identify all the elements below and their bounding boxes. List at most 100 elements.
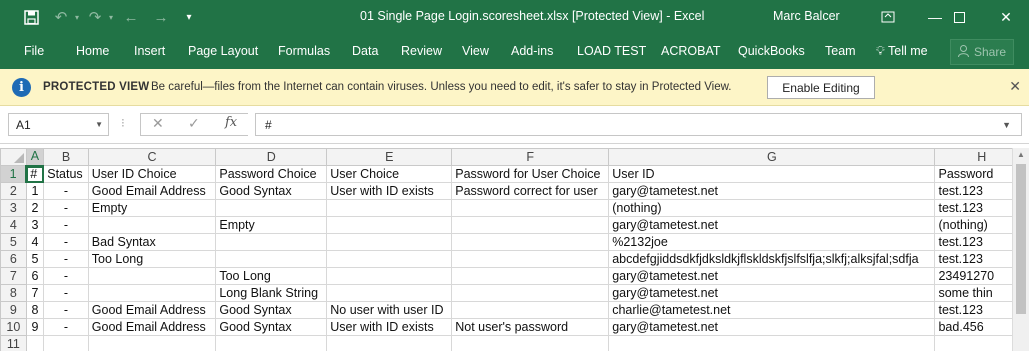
column-header-a[interactable]: A bbox=[25, 148, 45, 167]
select-all-corner[interactable] bbox=[0, 148, 27, 166]
cell-e10[interactable]: User with ID exists bbox=[326, 318, 453, 336]
column-header-d[interactable]: D bbox=[215, 148, 328, 166]
cell-d6[interactable] bbox=[215, 250, 328, 268]
redo-dropdown-icon[interactable]: ▾ bbox=[102, 8, 120, 26]
cell-e11[interactable] bbox=[326, 335, 453, 351]
cell-b10[interactable]: - bbox=[43, 318, 89, 336]
row-header[interactable]: 11 bbox=[0, 335, 27, 351]
user-name[interactable]: Marc Balcer bbox=[773, 9, 840, 23]
cell-g5[interactable]: %2132joe bbox=[608, 233, 936, 251]
cell-e7[interactable] bbox=[326, 267, 453, 285]
cell-f11[interactable] bbox=[451, 335, 610, 351]
cell-b11[interactable] bbox=[43, 335, 89, 351]
cell-b6[interactable]: - bbox=[43, 250, 89, 268]
name-box[interactable]: A1 ▼ bbox=[8, 113, 109, 136]
row-header[interactable]: 3 bbox=[0, 199, 27, 217]
cell-b4[interactable]: - bbox=[43, 216, 89, 234]
column-header-f[interactable]: F bbox=[451, 148, 610, 166]
cell-d10[interactable]: Good Syntax bbox=[215, 318, 328, 336]
cell-e6[interactable] bbox=[326, 250, 453, 268]
cell-c4[interactable] bbox=[87, 216, 217, 234]
cell-a3[interactable]: 2 bbox=[25, 199, 45, 217]
cell-c9[interactable]: Good Email Address bbox=[87, 301, 217, 319]
column-header-b[interactable]: B bbox=[43, 148, 89, 166]
cell-g1[interactable]: User ID bbox=[608, 165, 936, 183]
cell-g3[interactable]: (nothing) bbox=[608, 199, 936, 217]
row-header[interactable]: 1 bbox=[0, 165, 28, 183]
vertical-scrollbar[interactable]: ▲ bbox=[1012, 148, 1029, 351]
tab-file[interactable]: File bbox=[24, 44, 44, 58]
back-icon[interactable]: ← bbox=[122, 8, 140, 26]
cancel-icon[interactable]: ✕ bbox=[152, 115, 164, 132]
cell-a1[interactable]: # bbox=[25, 165, 45, 183]
cell-f10[interactable]: Not user's password bbox=[451, 318, 610, 336]
tell-me[interactable]: 💡︎ Tell me bbox=[876, 44, 928, 59]
cell-a8[interactable]: 7 bbox=[25, 284, 45, 302]
cell-d9[interactable]: Good Syntax bbox=[215, 301, 328, 319]
tab-add-ins[interactable]: Add-ins bbox=[511, 44, 553, 58]
cell-f3[interactable] bbox=[451, 199, 610, 217]
cell-g2[interactable]: gary@tametest.net bbox=[608, 182, 936, 200]
cell-g9[interactable]: charlie@tametest.net bbox=[608, 301, 936, 319]
cell-c8[interactable] bbox=[87, 284, 217, 302]
cell-a11[interactable] bbox=[25, 335, 45, 351]
row-header[interactable]: 9 bbox=[0, 301, 27, 319]
tab-quickbooks[interactable]: QuickBooks bbox=[738, 44, 805, 58]
row-header[interactable]: 10 bbox=[0, 318, 27, 336]
enable-editing-button[interactable]: Enable Editing bbox=[767, 76, 875, 99]
cell-b3[interactable]: - bbox=[43, 199, 89, 217]
cell-a2[interactable]: 1 bbox=[25, 182, 45, 200]
cell-a7[interactable]: 6 bbox=[25, 267, 45, 285]
cell-d3[interactable] bbox=[215, 199, 328, 217]
column-header-e[interactable]: E bbox=[326, 148, 453, 166]
cell-c10[interactable]: Good Email Address bbox=[87, 318, 217, 336]
cell-b9[interactable]: - bbox=[43, 301, 89, 319]
tab-insert[interactable]: Insert bbox=[134, 44, 165, 58]
cell-c11[interactable] bbox=[87, 335, 217, 351]
cell-e8[interactable] bbox=[326, 284, 453, 302]
row-header[interactable]: 2 bbox=[0, 182, 27, 200]
tab-view[interactable]: View bbox=[462, 44, 489, 58]
tab-team[interactable]: Team bbox=[825, 44, 856, 58]
cell-c2[interactable]: Good Email Address bbox=[87, 182, 217, 200]
cell-f2[interactable]: Password correct for user bbox=[451, 182, 610, 200]
cell-d7[interactable]: Too Long bbox=[215, 267, 328, 285]
expand-formula-bar-icon[interactable]: ▼ bbox=[1002, 120, 1011, 130]
cell-f8[interactable] bbox=[451, 284, 610, 302]
scroll-up-icon[interactable]: ▲ bbox=[1017, 150, 1025, 159]
maximize-icon[interactable] bbox=[936, 0, 982, 34]
cell-g6[interactable]: abcdefgjiddsdkfjdksldkjflskldskfjslfslfj… bbox=[608, 250, 936, 268]
formula-input[interactable]: # ▼ bbox=[255, 113, 1022, 136]
cell-g7[interactable]: gary@tametest.net bbox=[608, 267, 936, 285]
cell-a10[interactable]: 9 bbox=[25, 318, 45, 336]
cell-f4[interactable] bbox=[451, 216, 610, 234]
cell-e4[interactable] bbox=[326, 216, 453, 234]
cell-e5[interactable] bbox=[326, 233, 453, 251]
cell-c6[interactable]: Too Long bbox=[87, 250, 217, 268]
cell-e2[interactable]: User with ID exists bbox=[326, 182, 453, 200]
cell-g4[interactable]: gary@tametest.net bbox=[608, 216, 936, 234]
row-header[interactable]: 4 bbox=[0, 216, 27, 234]
cell-e9[interactable]: No user with user ID bbox=[326, 301, 453, 319]
cell-a6[interactable]: 5 bbox=[25, 250, 45, 268]
cell-f5[interactable] bbox=[451, 233, 610, 251]
save-icon[interactable] bbox=[22, 8, 40, 26]
cell-a5[interactable]: 4 bbox=[25, 233, 45, 251]
undo-dropdown-icon[interactable]: ▾ bbox=[68, 8, 86, 26]
cell-f9[interactable] bbox=[451, 301, 610, 319]
cell-c5[interactable]: Bad Syntax bbox=[87, 233, 217, 251]
cell-b7[interactable]: - bbox=[43, 267, 89, 285]
tab-home[interactable]: Home bbox=[76, 44, 109, 58]
cell-f7[interactable] bbox=[451, 267, 610, 285]
cell-c3[interactable]: Empty bbox=[87, 199, 217, 217]
cell-g11[interactable] bbox=[608, 335, 936, 351]
cell-d4[interactable]: Empty bbox=[215, 216, 328, 234]
column-header-c[interactable]: C bbox=[87, 148, 217, 166]
column-header-g[interactable]: G bbox=[608, 148, 936, 166]
row-header[interactable]: 8 bbox=[0, 284, 27, 302]
tab-acrobat[interactable]: ACROBAT bbox=[661, 44, 721, 58]
enter-icon[interactable]: ✓ bbox=[188, 115, 200, 132]
tab-data[interactable]: Data bbox=[352, 44, 378, 58]
cell-b5[interactable]: - bbox=[43, 233, 89, 251]
row-header[interactable]: 5 bbox=[0, 233, 27, 251]
